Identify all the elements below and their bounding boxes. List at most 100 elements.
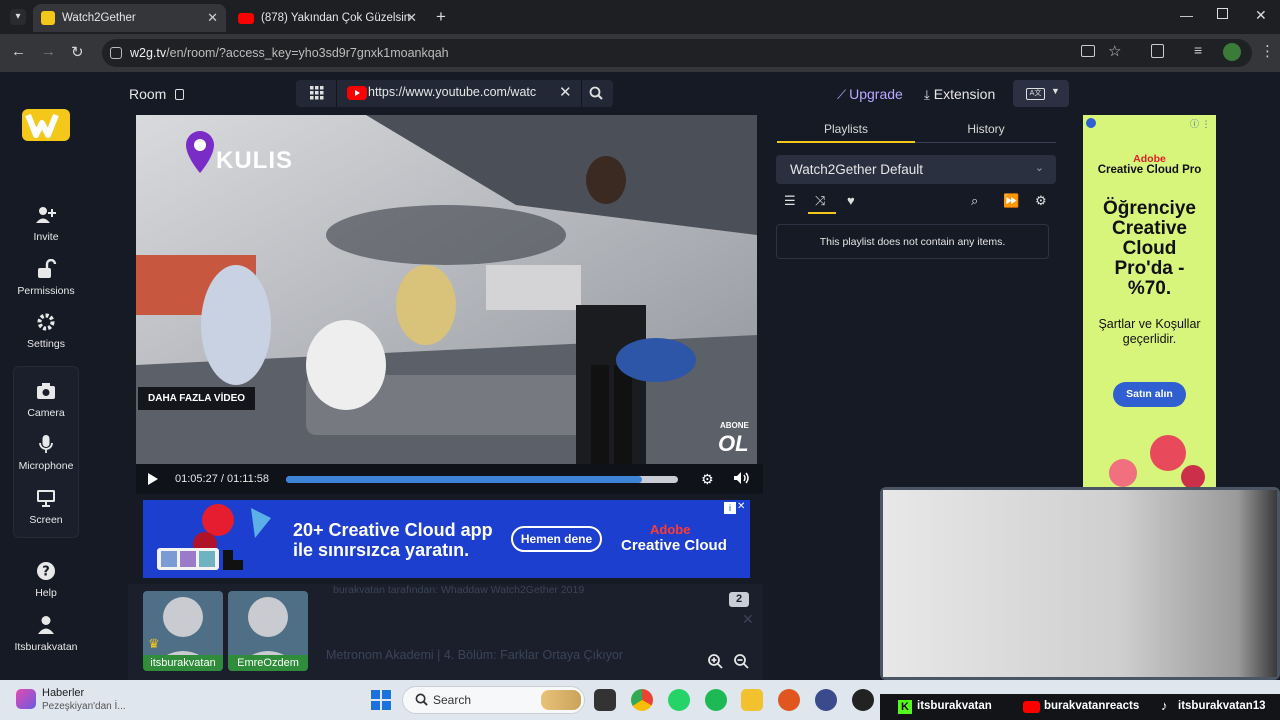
video-player[interactable]: KULIS DAHA FAZLA VİDEO ABONE OL bbox=[136, 115, 757, 464]
user-name: itsburakvatan bbox=[143, 655, 223, 671]
side-ad[interactable]: ⓘ ⋮ Adobe Creative Cloud Pro Öğrenciye C… bbox=[1083, 115, 1216, 487]
tab-watch2gether[interactable]: Watch2Gether ✕ bbox=[33, 4, 226, 32]
tab-history[interactable]: History bbox=[917, 122, 1055, 136]
user-card[interactable]: EmreOzdem bbox=[228, 591, 308, 671]
close-window-icon[interactable]: ✕ bbox=[1255, 7, 1267, 24]
copy-icon[interactable] bbox=[175, 89, 185, 100]
upgrade-button[interactable]: ⟋ Upgrade bbox=[837, 86, 903, 103]
room-title[interactable]: Room bbox=[129, 86, 185, 102]
extension-button[interactable]: ⤓ Extension bbox=[924, 86, 995, 103]
clear-search-icon[interactable]: ✕ bbox=[559, 83, 572, 101]
sidebar-item-screen[interactable]: Screen bbox=[0, 488, 92, 526]
ad-artwork bbox=[157, 504, 271, 570]
install-app-icon[interactable] bbox=[1081, 45, 1095, 57]
search-icon[interactable] bbox=[589, 86, 603, 100]
play-icon[interactable] bbox=[147, 472, 159, 486]
zoom-out-icon[interactable] bbox=[734, 654, 749, 669]
browser-menu-icon[interactable]: ⋮ bbox=[1260, 42, 1275, 60]
extensions-icon[interactable] bbox=[1151, 44, 1164, 58]
sidebar-item-microphone[interactable]: Microphone bbox=[0, 434, 92, 472]
more-videos-button[interactable]: DAHA FAZLA VİDEO bbox=[138, 387, 256, 410]
progress-bar[interactable] bbox=[286, 476, 678, 483]
ad-cta-button[interactable]: Hemen dene bbox=[511, 526, 602, 552]
bookmark-star-icon[interactable]: ☆ bbox=[1108, 42, 1121, 60]
url-field[interactable]: w2g.tv/en/room/?access_key=yho3sd9r7gnxk… bbox=[102, 39, 1252, 67]
microphone-icon bbox=[35, 434, 57, 454]
sidebar-item-camera[interactable]: Camera bbox=[0, 381, 92, 419]
youtube-icon bbox=[1023, 701, 1040, 713]
back-icon[interactable]: ← bbox=[11, 43, 26, 60]
windows-start-icon[interactable] bbox=[371, 690, 391, 710]
user-icon bbox=[35, 615, 57, 635]
ad-info-icon[interactable]: i bbox=[724, 502, 736, 514]
chevron-down-icon: ▼ bbox=[1051, 86, 1060, 96]
w2g-logo[interactable] bbox=[22, 109, 70, 141]
camera-icon bbox=[35, 381, 57, 401]
list-order-icon[interactable]: ☰ bbox=[784, 193, 796, 209]
side-ad-cta-button[interactable]: Satın alın bbox=[1113, 382, 1186, 407]
ad-banner[interactable]: 20+ Creative Cloud app ile sınırsızca ya… bbox=[143, 500, 750, 578]
user-count-badge: 2 bbox=[729, 592, 749, 607]
ad-info-icon[interactable]: ⓘ ⋮ bbox=[1190, 117, 1211, 130]
search-highlight-image bbox=[541, 690, 581, 710]
task-view-icon[interactable] bbox=[594, 689, 616, 711]
skip-forward-icon[interactable]: ⏩ bbox=[1003, 193, 1019, 209]
close-tab-icon[interactable]: ✕ bbox=[406, 10, 417, 26]
maximize-icon[interactable] bbox=[1217, 8, 1228, 19]
media-control-icon[interactable]: ≡ bbox=[1194, 42, 1202, 58]
ad-close-icon[interactable]: ✕ bbox=[737, 501, 745, 512]
playlist-selected: Watch2Gether Default bbox=[790, 162, 924, 177]
forward-icon[interactable]: → bbox=[41, 43, 56, 60]
sidebar-item-invite[interactable]: Invite bbox=[0, 205, 92, 243]
webcam-feed bbox=[883, 490, 1277, 677]
tab-playlists[interactable]: Playlists bbox=[777, 122, 915, 136]
user-card[interactable]: ♛ itsburakvatan bbox=[143, 591, 223, 671]
youtube-icon[interactable] bbox=[347, 86, 367, 100]
sidebar-item-label: Camera bbox=[27, 407, 65, 419]
app-icon[interactable] bbox=[815, 689, 837, 711]
news-widget-icon[interactable] bbox=[16, 689, 36, 709]
sidebar-item-profile[interactable]: Itsburakvatan bbox=[0, 615, 92, 653]
search-input[interactable] bbox=[368, 85, 540, 99]
sidebar-item-help[interactable]: ? Help bbox=[0, 561, 92, 599]
file-explorer-icon[interactable] bbox=[741, 689, 763, 711]
language-button[interactable]: A文 ▼ bbox=[1013, 80, 1069, 107]
close-icon[interactable]: ✕ bbox=[742, 611, 754, 628]
reload-icon[interactable]: ↻ bbox=[71, 43, 84, 61]
ad-shield-icon bbox=[1086, 118, 1096, 128]
playlist-select[interactable]: Watch2Gether Default ⌄ bbox=[776, 155, 1056, 184]
volume-icon[interactable] bbox=[733, 471, 749, 485]
grid-icon[interactable] bbox=[310, 86, 324, 100]
sidebar-item-settings[interactable]: Settings bbox=[0, 312, 92, 350]
kick-icon: K bbox=[898, 700, 912, 714]
shuffle-icon[interactable]: ⤨ bbox=[815, 193, 825, 209]
ad-brand-top: Adobe bbox=[650, 522, 691, 537]
taskbar-search[interactable]: Search bbox=[402, 686, 585, 714]
site-info-icon[interactable] bbox=[110, 47, 122, 59]
minimize-icon[interactable]: — bbox=[1180, 8, 1193, 23]
close-tab-icon[interactable]: ✕ bbox=[207, 10, 218, 26]
heart-icon[interactable]: ♥ bbox=[847, 193, 855, 208]
subscribe-big[interactable]: OL bbox=[718, 431, 749, 457]
gear-icon[interactable]: ⚙ bbox=[701, 471, 714, 488]
translate-icon: A文 bbox=[1026, 88, 1045, 100]
news-title[interactable]: Haberler bbox=[42, 687, 84, 699]
whatsapp-icon[interactable] bbox=[668, 689, 690, 711]
divider bbox=[581, 80, 582, 107]
chevron-down-icon: ⌄ bbox=[1034, 162, 1044, 174]
spotify-icon[interactable] bbox=[705, 689, 727, 711]
gear-icon[interactable]: ⚙ bbox=[1035, 193, 1047, 209]
zoom-in-icon[interactable] bbox=[708, 654, 723, 669]
sidebar-item-permissions[interactable]: Permissions bbox=[0, 259, 92, 297]
tab-label: (878) Yakından Çok Güzelsiniz! | bbox=[261, 12, 411, 24]
obs-icon[interactable] bbox=[852, 689, 874, 711]
playlist-empty-message: This playlist does not contain any items… bbox=[776, 224, 1049, 259]
ghost-text-top: burakvatan tarafından: Whaddaw Watch2Get… bbox=[333, 584, 585, 596]
profile-avatar[interactable] bbox=[1223, 43, 1241, 61]
chrome-icon[interactable] bbox=[631, 689, 653, 711]
app-icon[interactable] bbox=[778, 689, 800, 711]
tab-list-button[interactable]: ▾ bbox=[10, 9, 26, 25]
tab-youtube[interactable]: (878) Yakından Çok Güzelsiniz! | ✕ bbox=[230, 4, 425, 32]
new-tab-icon[interactable]: + bbox=[436, 7, 446, 27]
search-icon[interactable]: ⌕ bbox=[971, 193, 978, 209]
